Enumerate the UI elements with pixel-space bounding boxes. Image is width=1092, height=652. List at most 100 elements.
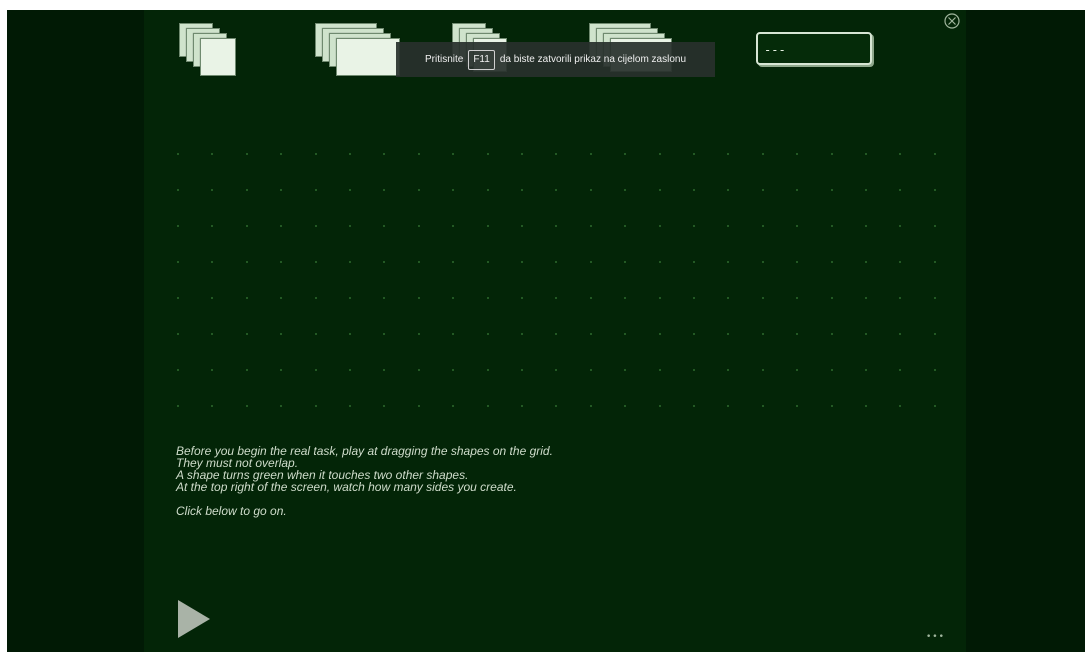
grid-dot — [796, 297, 798, 299]
grid-dot — [487, 153, 489, 155]
grid-dot — [899, 261, 901, 263]
grid-dot — [899, 297, 901, 299]
grid-dot — [624, 333, 626, 335]
grid-dot — [762, 189, 764, 191]
grid-dot — [246, 297, 248, 299]
grid-dot — [315, 297, 317, 299]
grid-dot — [315, 153, 317, 155]
grid-dot — [452, 369, 454, 371]
grid-dot — [555, 189, 557, 191]
grid-dot — [659, 297, 661, 299]
grid-dot — [865, 333, 867, 335]
grid-dot — [590, 225, 592, 227]
grid-dot — [624, 189, 626, 191]
grid-dot — [383, 405, 385, 407]
grid-dot — [934, 261, 936, 263]
grid-dot — [796, 369, 798, 371]
grid-dot — [487, 189, 489, 191]
grid-dot — [246, 189, 248, 191]
grid-dot — [555, 405, 557, 407]
grid-dot — [796, 261, 798, 263]
grid-dot — [590, 405, 592, 407]
grid-dot — [590, 189, 592, 191]
grid-dot — [659, 153, 661, 155]
grid-dot — [452, 333, 454, 335]
grid-dot — [659, 369, 661, 371]
grid-dot — [177, 189, 179, 191]
grid-dot — [899, 153, 901, 155]
grid-dot — [452, 189, 454, 191]
grid-dot — [418, 261, 420, 263]
grid-dot — [831, 405, 833, 407]
grid-dot — [315, 189, 317, 191]
grid-dot — [659, 405, 661, 407]
grid-dot — [177, 405, 179, 407]
grid-dot — [934, 405, 936, 407]
grid-dot — [899, 405, 901, 407]
grid-dot — [555, 153, 557, 155]
grid-dot — [762, 297, 764, 299]
grid-dot — [211, 405, 213, 407]
grid-dot — [383, 153, 385, 155]
grid-dot — [315, 225, 317, 227]
grid-dot — [590, 297, 592, 299]
grid-dot — [865, 405, 867, 407]
grid-dot — [727, 189, 729, 191]
more-dots-icon[interactable]: ••• — [926, 632, 945, 642]
grid-dot — [349, 153, 351, 155]
task-stage: --- Before you begin the real task, play… — [144, 10, 966, 652]
grid-dot — [349, 261, 351, 263]
grid-dot — [693, 189, 695, 191]
grid-dot — [211, 369, 213, 371]
grid-dot — [383, 189, 385, 191]
grid-dot — [418, 333, 420, 335]
grid-dot — [762, 333, 764, 335]
grid-dot — [177, 297, 179, 299]
grid-dot — [349, 225, 351, 227]
grid-dot — [796, 189, 798, 191]
grid-dot — [727, 153, 729, 155]
grid-dot — [762, 225, 764, 227]
grid-dot — [831, 297, 833, 299]
grid-dot — [246, 405, 248, 407]
grid-dot — [177, 225, 179, 227]
grid-dot — [246, 333, 248, 335]
grid-dot — [865, 189, 867, 191]
grid-dot — [177, 369, 179, 371]
grid-dot — [624, 369, 626, 371]
grid-dot — [693, 333, 695, 335]
grid-dot — [280, 333, 282, 335]
grid-dot — [418, 189, 420, 191]
grid-dot — [521, 261, 523, 263]
grid-dot — [796, 153, 798, 155]
grid-dot — [383, 369, 385, 371]
grid-dot — [280, 369, 282, 371]
grid-dot — [452, 405, 454, 407]
grid-dot — [693, 261, 695, 263]
grid-dot — [521, 189, 523, 191]
grid-dot — [211, 225, 213, 227]
grid-dot — [693, 405, 695, 407]
grid-dot — [487, 261, 489, 263]
grid-dot — [934, 297, 936, 299]
play-triangle-icon[interactable] — [178, 600, 210, 638]
grid-dot — [727, 369, 729, 371]
app-window: --- Before you begin the real task, play… — [7, 10, 1085, 652]
grid-dot — [555, 297, 557, 299]
grid-dot — [831, 369, 833, 371]
grid-dot — [796, 225, 798, 227]
grid-dot — [521, 333, 523, 335]
grid-dot — [211, 261, 213, 263]
grid-dot — [762, 369, 764, 371]
grid-dot — [934, 369, 936, 371]
grid-dot — [727, 297, 729, 299]
grid-dot — [624, 261, 626, 263]
grid-dot — [555, 333, 557, 335]
grid-dot — [452, 297, 454, 299]
continue-hint: Click below to go on. — [176, 504, 287, 518]
grid-dot — [521, 225, 523, 227]
grid-dot — [487, 225, 489, 227]
instruction-line: At the top right of the screen, watch ho… — [176, 480, 517, 494]
grid-dot — [865, 297, 867, 299]
grid-dot — [280, 405, 282, 407]
